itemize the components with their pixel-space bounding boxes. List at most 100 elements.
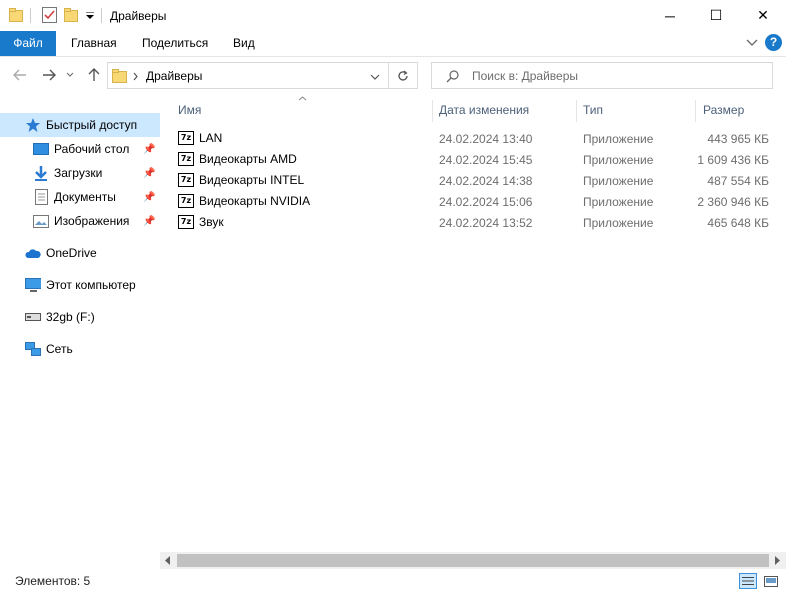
- refresh-icon: [398, 70, 408, 81]
- document-icon: [33, 189, 49, 205]
- details-view-icon: [742, 577, 754, 585]
- tab-share[interactable]: Поделиться: [129, 31, 221, 56]
- file-name: Видеокарты NVIDIA: [199, 194, 311, 208]
- star-icon: [25, 117, 41, 133]
- chevron-down-icon: [66, 72, 74, 77]
- forward-button[interactable]: [39, 64, 59, 86]
- search-input[interactable]: Поиск в: Драйверы: [472, 69, 578, 83]
- nav-item-onedrive[interactable]: OneDrive: [0, 241, 160, 265]
- file-name: Видеокарты AMD: [199, 152, 297, 166]
- nav-item-label: Этот компьютер: [46, 278, 136, 292]
- window-title: Драйверы: [110, 9, 167, 23]
- column-header-date[interactable]: Дата изменения: [439, 103, 529, 117]
- ribbon-tabs: Файл Главная Поделиться Вид ?: [0, 31, 786, 57]
- address-dropdown-icon[interactable]: [370, 74, 380, 80]
- archive-7z-icon: 7z: [178, 173, 194, 187]
- title-bar: Драйверы ─ ☐ ✕: [0, 0, 786, 31]
- folder-icon: [9, 8, 23, 22]
- nav-item-label: 32gb (F:): [46, 310, 95, 324]
- new-folder-icon[interactable]: [64, 8, 78, 22]
- nav-item-label: Изображения: [54, 214, 130, 228]
- details-view-button[interactable]: [739, 573, 757, 589]
- file-date: 24.02.2024 13:40: [439, 132, 533, 146]
- horizontal-scrollbar[interactable]: [160, 552, 786, 569]
- nav-item-label: OneDrive: [46, 246, 97, 260]
- qat-customize-icon[interactable]: [85, 12, 95, 20]
- breadcrumb-current[interactable]: Драйверы: [146, 69, 202, 83]
- ribbon-expand-icon[interactable]: [746, 39, 758, 47]
- nav-item-downloads[interactable]: Загрузки 📌: [0, 161, 160, 185]
- file-size: 465 648 КБ: [707, 216, 769, 230]
- desktop-icon: [33, 141, 49, 157]
- back-arrow-icon: [13, 69, 26, 81]
- archive-7z-icon: 7z: [178, 131, 194, 145]
- sort-arrow-icon: [298, 96, 307, 101]
- file-name: Видеокарты INTEL: [199, 173, 305, 187]
- file-date: 24.02.2024 15:06: [439, 195, 533, 209]
- forward-arrow-icon: [43, 69, 56, 81]
- column-divider[interactable]: [432, 100, 433, 122]
- column-header-size[interactable]: Размер: [703, 103, 744, 117]
- up-arrow-icon: [88, 68, 100, 81]
- file-size: 1 609 436 КБ: [697, 153, 769, 167]
- pictures-icon: [33, 213, 49, 229]
- file-type: Приложение: [583, 174, 654, 188]
- file-row[interactable]: 7z LAN 24.02.2024 13:40 Приложение 443 9…: [178, 128, 778, 149]
- column-divider[interactable]: [576, 100, 577, 122]
- status-bar: Элементов: 5: [0, 570, 786, 593]
- nav-item-label: Сеть: [46, 342, 73, 356]
- tab-home[interactable]: Главная: [58, 31, 130, 56]
- scroll-right-icon[interactable]: [774, 556, 780, 565]
- file-row[interactable]: 7z Звук 24.02.2024 13:52 Приложение 465 …: [178, 212, 778, 233]
- refresh-button[interactable]: [389, 62, 418, 89]
- recent-locations-button[interactable]: [64, 64, 76, 86]
- file-date: 24.02.2024 14:38: [439, 174, 533, 188]
- help-button[interactable]: ?: [765, 34, 782, 51]
- file-date: 24.02.2024 13:52: [439, 216, 533, 230]
- nav-item-desktop[interactable]: Рабочий стол 📌: [0, 137, 160, 161]
- file-type: Приложение: [583, 195, 654, 209]
- nav-item-label: Быстрый доступ: [46, 118, 138, 132]
- nav-item-this-pc[interactable]: Этот компьютер: [0, 273, 160, 297]
- nav-item-pictures[interactable]: Изображения 📌: [0, 209, 160, 233]
- nav-item-drive[interactable]: 32gb (F:): [0, 305, 160, 329]
- file-row[interactable]: 7z Видеокарты AMD 24.02.2024 15:45 Прило…: [178, 149, 778, 170]
- minimize-button[interactable]: ─: [647, 0, 693, 31]
- file-row[interactable]: 7z Видеокарты NVIDIA 24.02.2024 15:06 Пр…: [178, 191, 778, 212]
- title-divider: [101, 8, 102, 23]
- close-button[interactable]: ✕: [740, 0, 786, 31]
- large-icons-view-button[interactable]: [762, 573, 780, 589]
- nav-item-label: Загрузки: [54, 166, 103, 180]
- nav-item-label: Рабочий стол: [54, 142, 130, 156]
- tab-view[interactable]: Вид: [220, 31, 268, 56]
- nav-item-network[interactable]: Сеть: [0, 337, 160, 361]
- network-icon: [25, 341, 41, 357]
- pin-icon[interactable]: 📌: [143, 192, 155, 203]
- search-box[interactable]: Поиск в: Драйверы: [431, 62, 773, 89]
- column-header-name[interactable]: Имя: [178, 103, 201, 117]
- column-divider[interactable]: [695, 100, 696, 122]
- address-bar[interactable]: Драйверы: [107, 62, 389, 89]
- scroll-left-icon[interactable]: [165, 556, 171, 565]
- nav-item-documents[interactable]: Документы 📌: [0, 185, 160, 209]
- download-icon: [33, 165, 49, 181]
- file-type: Приложение: [583, 132, 654, 146]
- pin-icon[interactable]: 📌: [143, 144, 155, 155]
- pin-icon[interactable]: 📌: [143, 168, 155, 179]
- file-size: 443 965 КБ: [707, 132, 769, 146]
- column-headers: Имя Дата изменения Тип Размер: [178, 96, 778, 122]
- tab-file[interactable]: Файл: [0, 31, 56, 56]
- back-button[interactable]: [10, 64, 30, 86]
- nav-item-quick-access[interactable]: Быстрый доступ: [0, 113, 160, 137]
- scrollbar-thumb[interactable]: [177, 554, 769, 567]
- cloud-icon: [25, 245, 41, 261]
- properties-icon[interactable]: [42, 7, 57, 23]
- up-button[interactable]: [84, 64, 104, 86]
- qat-divider: [30, 8, 31, 23]
- archive-7z-icon: 7z: [178, 215, 194, 229]
- column-header-type[interactable]: Тип: [583, 103, 603, 117]
- maximize-button[interactable]: ☐: [693, 0, 739, 31]
- file-name: LAN: [199, 131, 223, 145]
- file-row[interactable]: 7z Видеокарты INTEL 24.02.2024 14:38 При…: [178, 170, 778, 191]
- pin-icon[interactable]: 📌: [143, 216, 155, 227]
